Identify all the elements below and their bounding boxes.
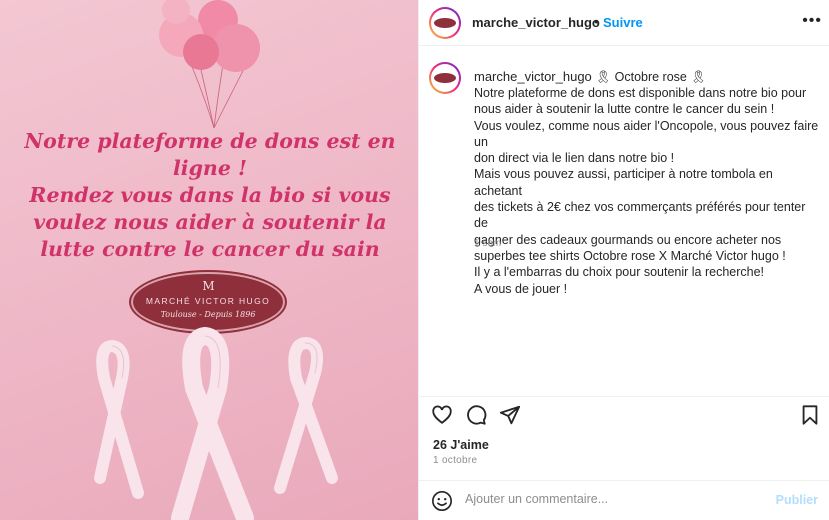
avatar[interactable] [429, 7, 461, 39]
publish-button[interactable]: Publier [776, 493, 818, 507]
caption-avatar[interactable] [429, 62, 461, 94]
balloons-illustration [159, 0, 260, 129]
post-date: 1 octobre [433, 455, 478, 466]
avatar-logo [434, 73, 456, 83]
caption-time: 1 sem [474, 238, 502, 249]
caption-username[interactable]: marche_victor_hugo [474, 69, 592, 84]
avatar-logo [434, 18, 456, 28]
post-header: marche_victor_hugo • Suivre ••• [419, 0, 829, 46]
caption-tag: 🎗 Octobre rose 🎗 [595, 70, 707, 84]
bookmark-icon[interactable] [799, 404, 821, 426]
caption-section: marche_victor_hugo 🎗 Octobre rose 🎗 Notr… [419, 46, 829, 396]
share-icon[interactable] [499, 404, 521, 426]
comment-input[interactable] [465, 492, 765, 506]
logo-mark: M [202, 279, 214, 293]
separator-dot: • [594, 13, 599, 29]
action-bar [419, 396, 829, 430]
header-username[interactable]: marche_victor_hugo [472, 15, 600, 30]
comment-bar: Publier [419, 480, 829, 520]
pink-ribbons-illustration [94, 326, 338, 520]
follow-button[interactable]: Suivre [603, 15, 643, 30]
caption-header: marche_victor_hugo 🎗 Octobre rose 🎗 [474, 69, 706, 85]
emoji-icon[interactable] [431, 490, 453, 512]
post-image[interactable]: Notre plateforme de dons est en ligne ! … [0, 0, 418, 520]
promo-text: Notre plateforme de dons est en ligne ! … [24, 129, 396, 261]
comment-icon[interactable] [465, 404, 487, 426]
more-options-icon[interactable]: ••• [802, 12, 822, 30]
like-count[interactable]: 26 J'aime [433, 438, 489, 452]
post-details-panel: marche_victor_hugo • Suivre ••• marche_v… [418, 0, 829, 520]
caption-text: Notre plateforme de dons est disponible … [474, 86, 819, 296]
logo-name: MARCHÉ VICTOR HUGO [145, 296, 271, 306]
heart-icon[interactable] [431, 404, 453, 426]
